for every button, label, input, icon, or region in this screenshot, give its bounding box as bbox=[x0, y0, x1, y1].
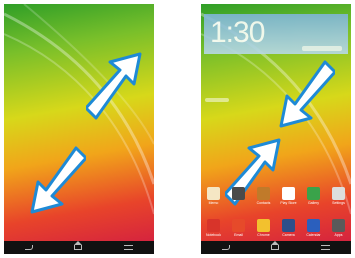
app-shortcut[interactable]: Play Store bbox=[279, 187, 299, 205]
app-shortcut[interactable]: Calendar bbox=[304, 219, 324, 237]
calendar-icon bbox=[307, 219, 320, 232]
app-shortcut[interactable]: Settings bbox=[329, 187, 349, 205]
app-label: Apps bbox=[334, 233, 343, 237]
apps-grid-icon bbox=[332, 219, 345, 232]
app-shortcut[interactable]: Apps bbox=[329, 219, 349, 237]
app-shortcut[interactable]: Gallery bbox=[304, 187, 324, 205]
app-label: Chrome bbox=[257, 233, 270, 237]
wallpaper-swoosh bbox=[4, 4, 154, 215]
menu-icon[interactable] bbox=[321, 245, 331, 250]
widget-text-placeholder bbox=[205, 98, 229, 102]
widget-detail bbox=[302, 46, 342, 51]
back-icon[interactable] bbox=[221, 245, 230, 250]
app-label: Camera bbox=[282, 233, 295, 237]
app-label: Contacts bbox=[256, 201, 271, 205]
clock-weather-widget[interactable]: 1:30 bbox=[204, 14, 348, 54]
memo-icon bbox=[207, 187, 220, 200]
camera-icon bbox=[282, 219, 295, 232]
arrow-up-right-icon bbox=[86, 52, 142, 120]
app-shortcut[interactable]: Memo bbox=[204, 187, 224, 205]
clock-time: 1:30 bbox=[210, 16, 265, 49]
app-label: Play Store bbox=[280, 201, 297, 205]
arrow-down-left-icon bbox=[279, 60, 335, 128]
app-label: Calendar bbox=[306, 233, 321, 237]
app-shortcut[interactable]: Email bbox=[229, 219, 249, 237]
app-label: Memo bbox=[208, 201, 219, 205]
chrome-icon bbox=[257, 219, 270, 232]
app-label: Settings bbox=[332, 201, 345, 205]
app-row-1: Memo Contacts Play Store Gallery Settings bbox=[201, 187, 351, 205]
app-icon bbox=[232, 187, 245, 200]
home-icon[interactable] bbox=[271, 241, 280, 250]
arrow-down-left-icon bbox=[30, 146, 86, 214]
app-shortcut[interactable]: Notebook bbox=[204, 219, 224, 237]
left-home-screen bbox=[4, 4, 154, 254]
navigation-bar bbox=[201, 241, 351, 254]
app-shortcut[interactable]: Contacts bbox=[254, 187, 274, 205]
menu-icon[interactable] bbox=[124, 245, 134, 250]
notebook-icon bbox=[207, 219, 220, 232]
settings-icon bbox=[332, 187, 345, 200]
email-icon bbox=[232, 219, 245, 232]
play-store-icon bbox=[282, 187, 295, 200]
app-label: Gallery bbox=[307, 201, 320, 205]
app-shortcut[interactable]: Camera bbox=[279, 219, 299, 237]
gallery-icon bbox=[307, 187, 320, 200]
app-row-2: Notebook Email Chrome Camera Calendar Apps bbox=[201, 219, 351, 237]
app-shortcut[interactable] bbox=[229, 187, 249, 201]
app-label: Email bbox=[234, 233, 243, 237]
home-icon[interactable] bbox=[74, 241, 83, 250]
navigation-bar bbox=[4, 241, 154, 254]
app-label: Notebook bbox=[206, 233, 221, 237]
app-shortcut[interactable]: Chrome bbox=[254, 219, 274, 237]
contacts-icon bbox=[257, 187, 270, 200]
right-home-screen: 1:30 Memo Contacts Play Store Gallery Settin… bbox=[201, 4, 351, 254]
back-icon[interactable] bbox=[24, 245, 33, 250]
